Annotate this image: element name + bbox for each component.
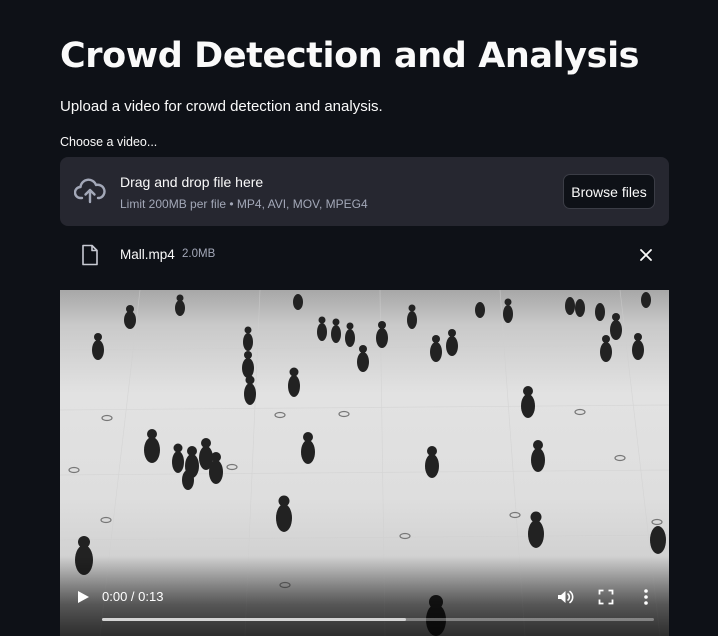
uploader-label: Choose a video... — [60, 135, 158, 149]
file-name: Mall.mp4 — [120, 247, 175, 262]
video-progress-bar[interactable] — [102, 618, 654, 621]
page-subtitle: Upload a video for crowd detection and a… — [60, 98, 383, 115]
more-vert-icon[interactable] — [642, 588, 650, 606]
dropzone-hint: Limit 200MB per file • MP4, AVI, MOV, MP… — [120, 197, 368, 211]
page-title: Crowd Detection and Analysis — [60, 36, 640, 76]
play-icon[interactable] — [76, 590, 90, 604]
uploaded-file-row: Mall.mp4 2.0MB — [60, 238, 669, 272]
dropzone-title: Drag and drop file here — [120, 174, 264, 190]
file-size: 2.0MB — [182, 248, 216, 260]
fullscreen-icon[interactable] — [598, 589, 614, 605]
browse-files-button[interactable]: Browse files — [563, 174, 655, 209]
video-player[interactable]: 0:00 / 0:13 — [60, 290, 669, 636]
time-display: 0:00 / 0:13 — [102, 589, 164, 604]
close-icon[interactable] — [637, 246, 655, 264]
cloud-upload-icon — [74, 178, 106, 204]
buffered-bar — [102, 618, 406, 621]
file-icon — [82, 244, 98, 266]
file-dropzone[interactable]: Drag and drop file here Limit 200MB per … — [60, 157, 669, 226]
volume-icon[interactable] — [556, 588, 574, 606]
